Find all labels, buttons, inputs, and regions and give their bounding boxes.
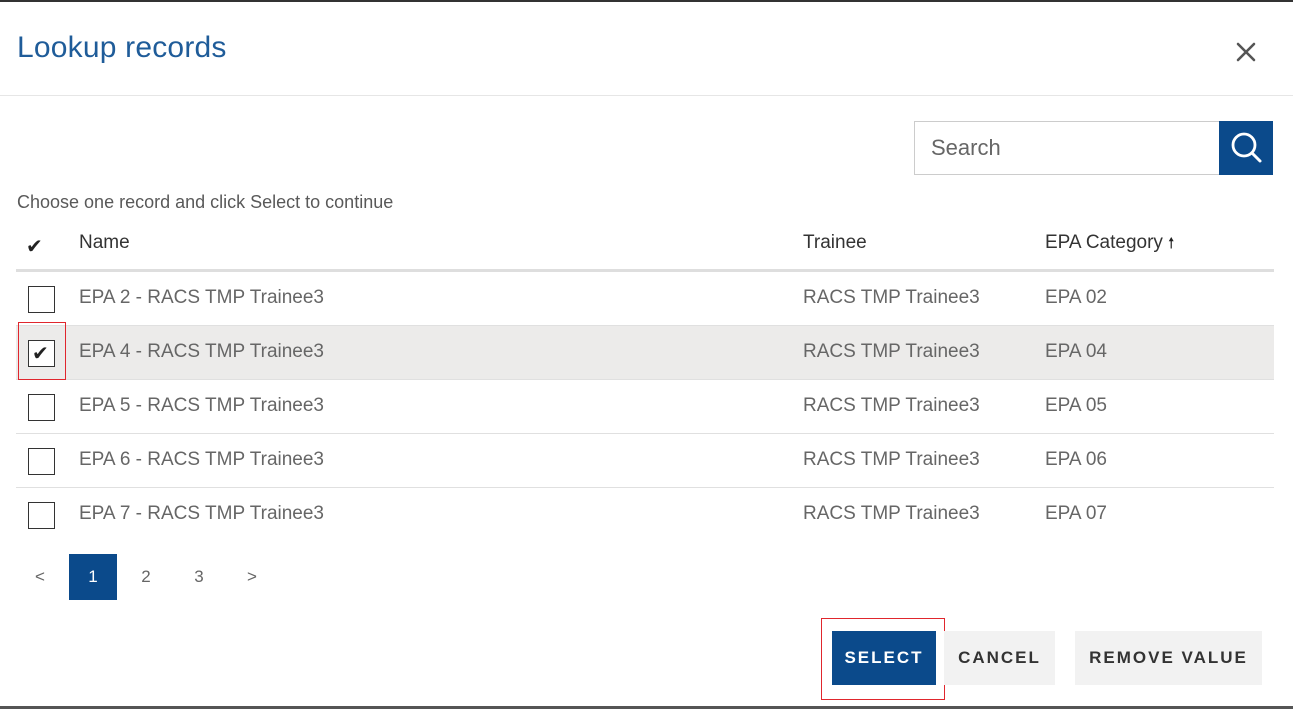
- row-checkbox[interactable]: [28, 502, 55, 529]
- table-row[interactable]: EPA 2 - RACS TMP Trainee3 RACS TMP Train…: [16, 272, 1274, 326]
- cell-epa-category: EPA 04: [1045, 341, 1107, 362]
- cell-name: EPA 6 - RACS TMP Trainee3: [79, 449, 324, 470]
- column-header-epa-category-label: EPA Category: [1045, 232, 1163, 253]
- pagination-page-2[interactable]: 2: [122, 554, 170, 600]
- records-grid: ✔ Name Trainee EPA Category 🠕 EPA 2 - RAC…: [16, 218, 1274, 542]
- table-row[interactable]: EPA 6 - RACS TMP Trainee3 RACS TMP Train…: [16, 434, 1274, 488]
- dialog-header: Lookup records: [0, 2, 1293, 96]
- pagination-next[interactable]: >: [228, 554, 276, 600]
- cell-trainee: RACS TMP Trainee3: [803, 395, 980, 416]
- cell-trainee: RACS TMP Trainee3: [803, 287, 980, 308]
- row-checkbox[interactable]: [28, 448, 55, 475]
- cell-epa-category: EPA 05: [1045, 395, 1107, 416]
- close-icon: [1236, 42, 1256, 62]
- check-icon: ✔: [32, 343, 49, 365]
- cell-trainee: RACS TMP Trainee3: [803, 503, 980, 524]
- table-row[interactable]: EPA 5 - RACS TMP Trainee3 RACS TMP Train…: [16, 380, 1274, 434]
- remove-value-button[interactable]: REMOVE VALUE: [1075, 631, 1262, 685]
- instruction-text: Choose one record and click Select to co…: [17, 192, 394, 212]
- cell-name: EPA 4 - RACS TMP Trainee3: [79, 341, 324, 362]
- row-checkbox[interactable]: [28, 286, 55, 313]
- cell-name: EPA 5 - RACS TMP Trainee3: [79, 395, 324, 416]
- row-checkbox[interactable]: [28, 394, 55, 421]
- row-checkbox-checked[interactable]: ✔: [28, 340, 55, 367]
- pagination-page-3[interactable]: 3: [175, 554, 223, 600]
- cell-epa-category: EPA 07: [1045, 503, 1107, 524]
- table-row[interactable]: EPA 7 - RACS TMP Trainee3 RACS TMP Train…: [16, 488, 1274, 542]
- pagination-page-1[interactable]: 1: [69, 554, 117, 600]
- cell-trainee: RACS TMP Trainee3: [803, 449, 980, 470]
- cell-epa-category: EPA 06: [1045, 449, 1107, 470]
- pagination-prev[interactable]: <: [16, 554, 64, 600]
- cell-name: EPA 7 - RACS TMP Trainee3: [79, 503, 324, 524]
- grid-header: ✔ Name Trainee EPA Category 🠕: [16, 218, 1274, 272]
- column-header-name[interactable]: Name: [79, 232, 130, 254]
- select-button[interactable]: SELECT: [832, 631, 936, 685]
- select-all-check-icon[interactable]: ✔: [26, 234, 43, 259]
- column-header-epa-category[interactable]: EPA Category 🠕: [1045, 232, 1174, 258]
- cell-name: EPA 2 - RACS TMP Trainee3: [79, 287, 324, 308]
- cancel-button[interactable]: CANCEL: [944, 631, 1055, 685]
- cell-trainee: RACS TMP Trainee3: [803, 341, 980, 362]
- search-icon: [1231, 132, 1262, 163]
- search-box: [914, 121, 1273, 175]
- table-row-selected[interactable]: ✔ EPA 4 - RACS TMP Trainee3 RACS TMP Tra…: [16, 322, 1274, 380]
- sort-ascending-icon: 🠕: [1167, 235, 1175, 252]
- dialog-title: Lookup records: [17, 31, 227, 64]
- lookup-records-dialog: Lookup records Choose one record and cli…: [0, 0, 1293, 709]
- search-input[interactable]: [914, 121, 1220, 175]
- cell-epa-category: EPA 02: [1045, 287, 1107, 308]
- column-header-trainee[interactable]: Trainee: [803, 232, 867, 254]
- close-button[interactable]: [1228, 34, 1264, 70]
- search-button[interactable]: [1219, 121, 1273, 175]
